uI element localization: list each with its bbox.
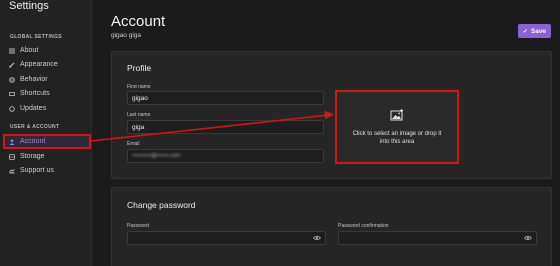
- sidebar-item-label: About: [20, 47, 39, 54]
- eye-icon[interactable]: [313, 235, 321, 241]
- sidebar-item-label: Appearance: [20, 61, 58, 68]
- password-label: Password: [127, 223, 149, 229]
- sidebar-item-support[interactable]: Support us: [3, 164, 89, 177]
- last-name-value: giga: [132, 123, 145, 131]
- page-subtitle: gigao giga: [111, 32, 141, 39]
- password-confirmation-field[interactable]: [338, 231, 537, 245]
- keyboard-icon: [9, 91, 15, 97]
- first-name-field[interactable]: gigao: [127, 91, 324, 105]
- sidebar-item-behavior[interactable]: Behavior: [3, 73, 89, 86]
- check-icon: ✓: [522, 28, 528, 35]
- sidebar-item-storage[interactable]: Storage: [3, 150, 89, 163]
- password-confirmation-label: Password confirmation: [338, 223, 389, 229]
- email-label: Email: [127, 141, 140, 147]
- sidebar-item-appearance[interactable]: Appearance: [3, 58, 89, 71]
- dropzone-text: Click to select an image or drop it into…: [352, 131, 442, 145]
- change-password-title: Change password: [127, 200, 196, 210]
- hands-icon: [9, 168, 15, 174]
- sidebar-item-updates[interactable]: Updates: [3, 102, 89, 115]
- profile-title: Profile: [127, 63, 152, 73]
- database-icon: [9, 153, 15, 160]
- gear-icon: [9, 76, 15, 83]
- page-title: Account: [111, 13, 166, 30]
- email-value: ••••••••••@••••••.com: [132, 153, 181, 159]
- save-button[interactable]: ✓ Save: [518, 24, 551, 38]
- refresh-icon: [9, 105, 15, 112]
- sidebar-item-about[interactable]: About: [3, 44, 89, 57]
- eye-icon[interactable]: [524, 235, 532, 241]
- main-content: Account gigao giga ✓ Save Profile First …: [93, 0, 560, 266]
- sidebar-item-label: Storage: [20, 153, 45, 160]
- email-field[interactable]: ••••••••••@••••••.com: [127, 149, 324, 163]
- sidebar-item-label: Behavior: [20, 76, 48, 83]
- avatar-dropzone[interactable]: Click to select an image or drop it into…: [335, 90, 459, 164]
- account-highlight-box: [3, 134, 91, 149]
- list-icon: [9, 48, 15, 54]
- save-button-label: Save: [530, 27, 547, 35]
- user-account-heading: USER & ACCOUNT: [10, 124, 60, 130]
- last-name-field[interactable]: giga: [127, 120, 324, 134]
- sidebar-item-shortcuts[interactable]: Shortcuts: [3, 87, 89, 100]
- image-icon: [390, 108, 404, 126]
- password-field[interactable]: [127, 231, 326, 245]
- sidebar-title: Settings: [9, 0, 49, 12]
- brush-icon: [9, 62, 15, 68]
- global-settings-heading: GLOBAL SETTINGS: [10, 34, 62, 40]
- last-name-label: Last name: [127, 112, 151, 118]
- sidebar-item-label: Updates: [20, 105, 47, 112]
- first-name-value: gigao: [132, 94, 148, 102]
- sidebar-item-label: Shortcuts: [20, 90, 50, 97]
- sidebar-item-label: Support us: [20, 167, 54, 174]
- change-password-card: Change password Password Password confir…: [111, 187, 552, 266]
- first-name-label: First name: [127, 84, 151, 90]
- sidebar: Settings GLOBAL SETTINGS About Appearanc…: [0, 0, 92, 266]
- profile-card: Profile First name gigao Last name giga …: [111, 51, 552, 179]
